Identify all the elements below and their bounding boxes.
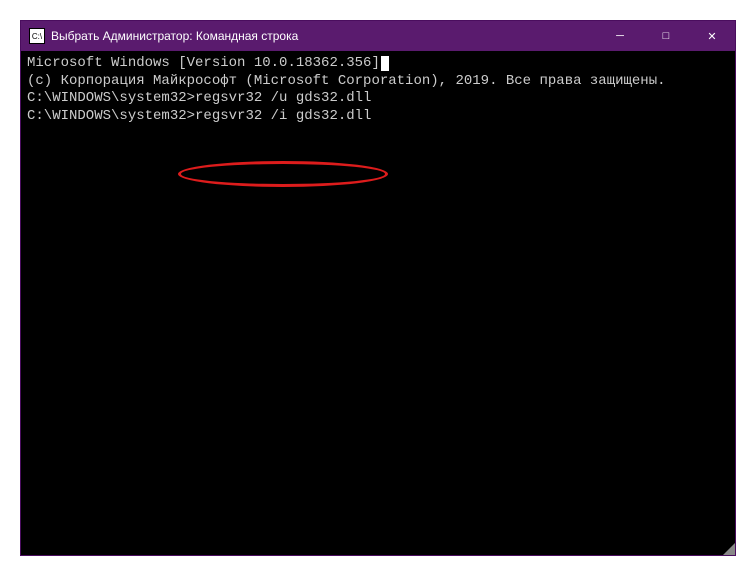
terminal-body[interactable]: Microsoft Windows [Version 10.0.18362.35… — [21, 51, 735, 555]
command-prompt-window: C:\ Выбрать Администратор: Командная стр… — [20, 20, 736, 556]
window-controls: ─ □ ✕ — [597, 21, 735, 51]
highlight-annotation — [178, 161, 388, 187]
prompt-line: C:\WINDOWS\system32>regsvr32 /i gds32.dl… — [27, 108, 729, 126]
cursor-artifact — [381, 56, 389, 71]
prompt-line: C:\WINDOWS\system32>regsvr32 /u gds32.dl… — [27, 90, 729, 108]
minimize-button[interactable]: ─ — [597, 21, 643, 51]
prompt-path: C:\WINDOWS\system32> — [27, 108, 195, 124]
cmd-icon: C:\ — [29, 28, 45, 44]
titlebar[interactable]: C:\ Выбрать Администратор: Командная стр… — [21, 21, 735, 51]
prompt-path: C:\WINDOWS\system32> — [27, 90, 195, 106]
prompt-command: regsvr32 /u gds32.dll — [195, 90, 371, 106]
output-line: Microsoft Windows [Version 10.0.18362.35… — [27, 55, 729, 73]
prompt-command: regsvr32 /i gds32.dll — [195, 108, 371, 124]
output-line: (c) Корпорация Майкрософт (Microsoft Cor… — [27, 73, 729, 91]
resize-handle-icon[interactable] — [719, 539, 737, 557]
version-text: Microsoft Windows [Version 10.0.18362.35… — [27, 55, 380, 71]
maximize-button[interactable]: □ — [643, 21, 689, 51]
window-title: Выбрать Администратор: Командная строка — [51, 29, 597, 43]
cmd-icon-label: C:\ — [32, 32, 42, 41]
close-button[interactable]: ✕ — [689, 21, 735, 51]
